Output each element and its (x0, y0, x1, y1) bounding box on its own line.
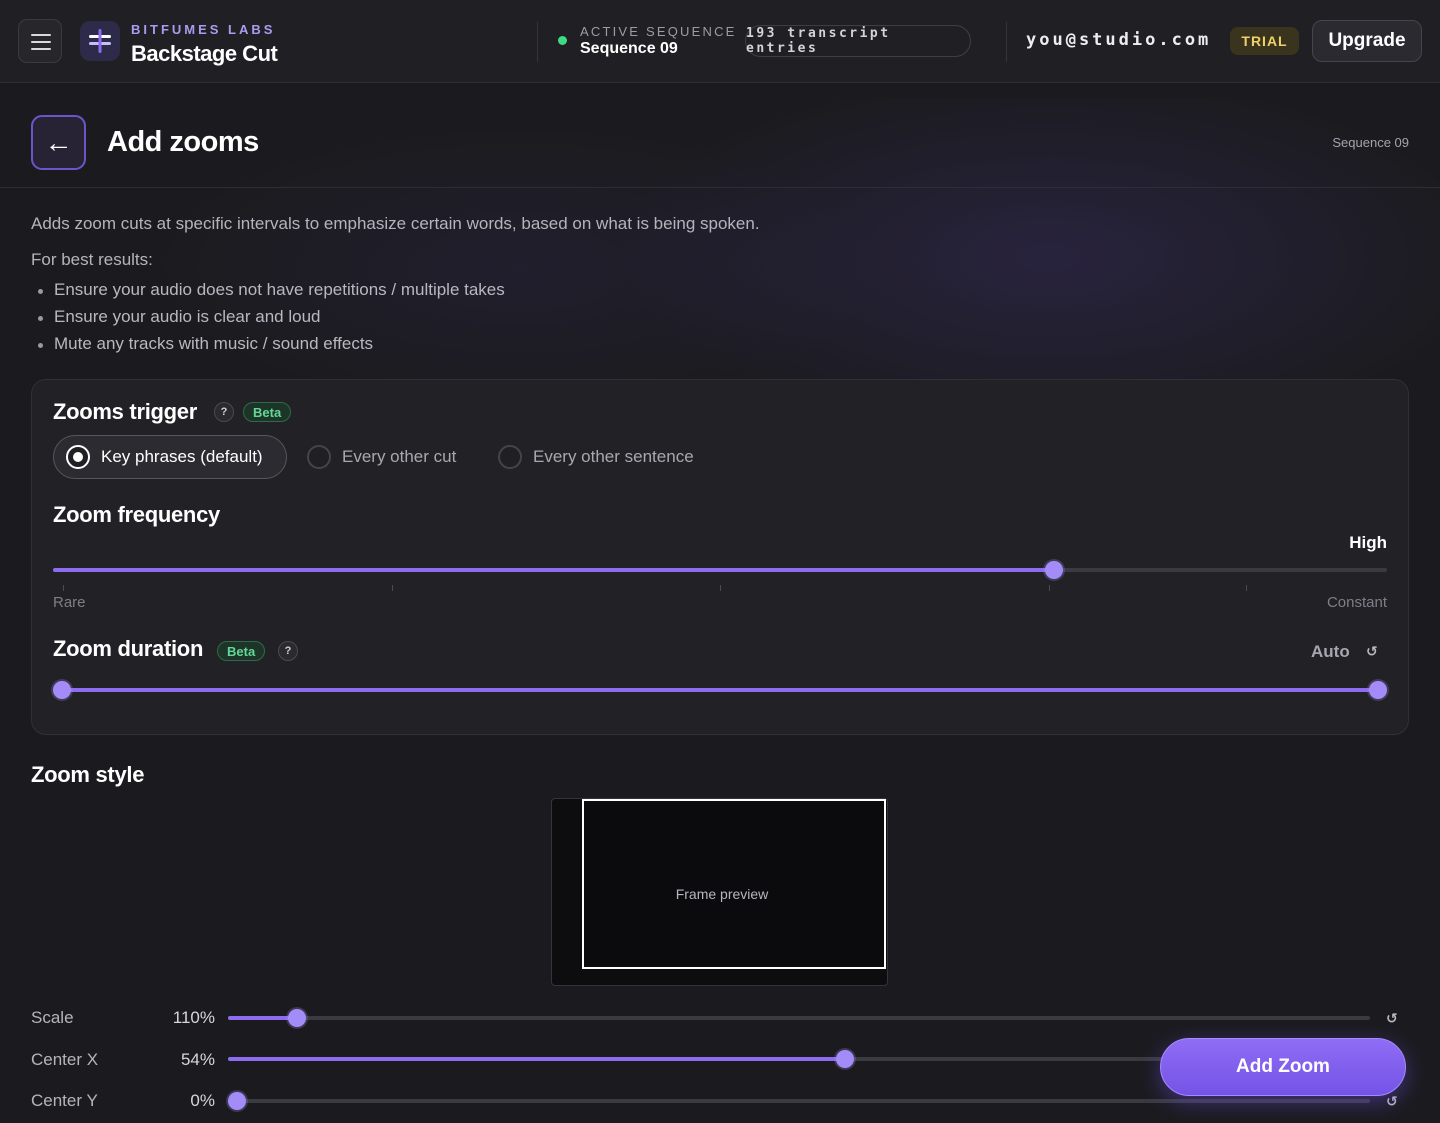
org-name: BITFUMES LABS (131, 22, 276, 37)
scale-value: 110% (172, 1008, 215, 1027)
add-zoom-button[interactable]: Add Zoom (1160, 1038, 1406, 1096)
header-divider (1006, 22, 1007, 62)
zoom-frequency-slider[interactable] (53, 561, 1387, 591)
zooms-trigger-title: Zooms trigger (53, 399, 197, 424)
help-icon[interactable]: ? (278, 641, 298, 661)
slider-tick (1245, 585, 1247, 591)
slider-thumb[interactable] (228, 1092, 246, 1110)
main-panel: ← Add zooms Sequence 09 Adds zoom cuts a… (0, 98, 1440, 1123)
page-title-bar: ← Add zooms Sequence 09 (0, 98, 1440, 188)
slider-thumb[interactable] (1044, 561, 1063, 579)
sequence-label: Sequence 09 (1332, 135, 1409, 150)
frequency-value: High (1349, 533, 1387, 552)
app-header: BITFUMES LABS Backstage Cut ACTIVE SEQUE… (0, 0, 1440, 83)
scale-label: Scale (31, 1008, 74, 1027)
upgrade-button[interactable]: Upgrade (1312, 20, 1422, 62)
range-end-thumb[interactable] (1369, 681, 1387, 699)
page-description: Adds zoom cuts at specific intervals to … (31, 214, 760, 233)
transcript-entries-badge: 193 transcript entries (745, 25, 971, 57)
range-start-thumb[interactable] (53, 681, 71, 699)
tips-list: Ensure your audio does not have repetiti… (36, 279, 505, 360)
slider-tick (391, 585, 393, 591)
slider-thumb[interactable] (287, 1009, 306, 1027)
scale-slider[interactable] (228, 1009, 1370, 1027)
center-y-slider[interactable] (228, 1092, 1370, 1110)
center-x-label: Center X (31, 1050, 99, 1069)
slider-fill (228, 1016, 297, 1020)
center-y-label: Center Y (31, 1091, 98, 1110)
arrow-left-icon: ← (44, 126, 73, 158)
reset-icon[interactable]: ↺ (1386, 1093, 1398, 1110)
frame-preview-label: Frame preview (675, 886, 769, 902)
active-sequence-name[interactable]: Sequence 09 (580, 40, 678, 58)
zoom-frame-box[interactable]: Frame preview (582, 799, 886, 969)
back-button[interactable]: ← (31, 115, 86, 170)
tip-item: Mute any tracks with music / sound effec… (36, 333, 505, 360)
frequency-min-label: Rare (53, 594, 86, 611)
beta-badge: Beta (217, 641, 266, 661)
page-title: Add zooms (107, 126, 259, 158)
app-logo-icon (80, 21, 120, 61)
app-name: Backstage Cut (131, 41, 278, 66)
trigger-option-key-phrases[interactable]: Key phrases (default) (53, 435, 287, 479)
slider-fill (53, 568, 1054, 572)
logo-mark-icon (89, 29, 111, 53)
radio-selected-icon[interactable] (66, 445, 90, 469)
beta-badge: Beta (243, 402, 292, 422)
reset-icon[interactable]: ↺ (1366, 643, 1378, 660)
trigger-option-every-other-sentence[interactable] (498, 445, 522, 469)
active-status-dot-icon (558, 36, 567, 45)
slider-tick (63, 585, 64, 591)
slider-fill (62, 688, 1378, 692)
slider-tick (720, 585, 721, 591)
duration-value: Auto (1311, 642, 1350, 661)
trigger-option-label: Every other sentence (533, 447, 694, 466)
zoom-settings-card: Zooms trigger ? Beta Key phrases (defaul… (31, 379, 1409, 735)
active-sequence-label: ACTIVE SEQUENCE (580, 24, 737, 39)
help-icon[interactable]: ? (214, 402, 234, 422)
trial-badge: TRIAL (1230, 27, 1299, 55)
header-divider (537, 22, 538, 62)
slider-thumb[interactable] (835, 1050, 854, 1068)
hamburger-icon (31, 34, 51, 36)
user-email[interactable]: you@studio.com (1026, 30, 1211, 50)
tip-item: Ensure your audio does not have repetiti… (36, 279, 505, 306)
center-y-value: 0% (190, 1091, 215, 1110)
frequency-max-label: Constant (1326, 594, 1387, 611)
center-x-value: 54% (180, 1050, 215, 1069)
trigger-option-label: Every other cut (342, 447, 457, 466)
trigger-option-label: Key phrases (default) (101, 447, 263, 466)
zoom-duration-range-slider[interactable] (53, 681, 1387, 699)
tip-item: Ensure your audio is clear and loud (36, 306, 505, 333)
trigger-option-every-other-cut[interactable] (307, 445, 331, 469)
zoom-duration-title: Zoom duration (53, 636, 204, 661)
slider-fill (228, 1057, 845, 1061)
slider-tick (1048, 585, 1050, 591)
best-results-heading: For best results: (31, 250, 153, 269)
frame-preview: Frame preview (551, 798, 888, 986)
menu-button[interactable] (18, 19, 62, 63)
zoom-style-title: Zoom style (31, 762, 145, 787)
reset-icon[interactable]: ↺ (1386, 1010, 1398, 1027)
zoom-frequency-title: Zoom frequency (53, 502, 220, 527)
